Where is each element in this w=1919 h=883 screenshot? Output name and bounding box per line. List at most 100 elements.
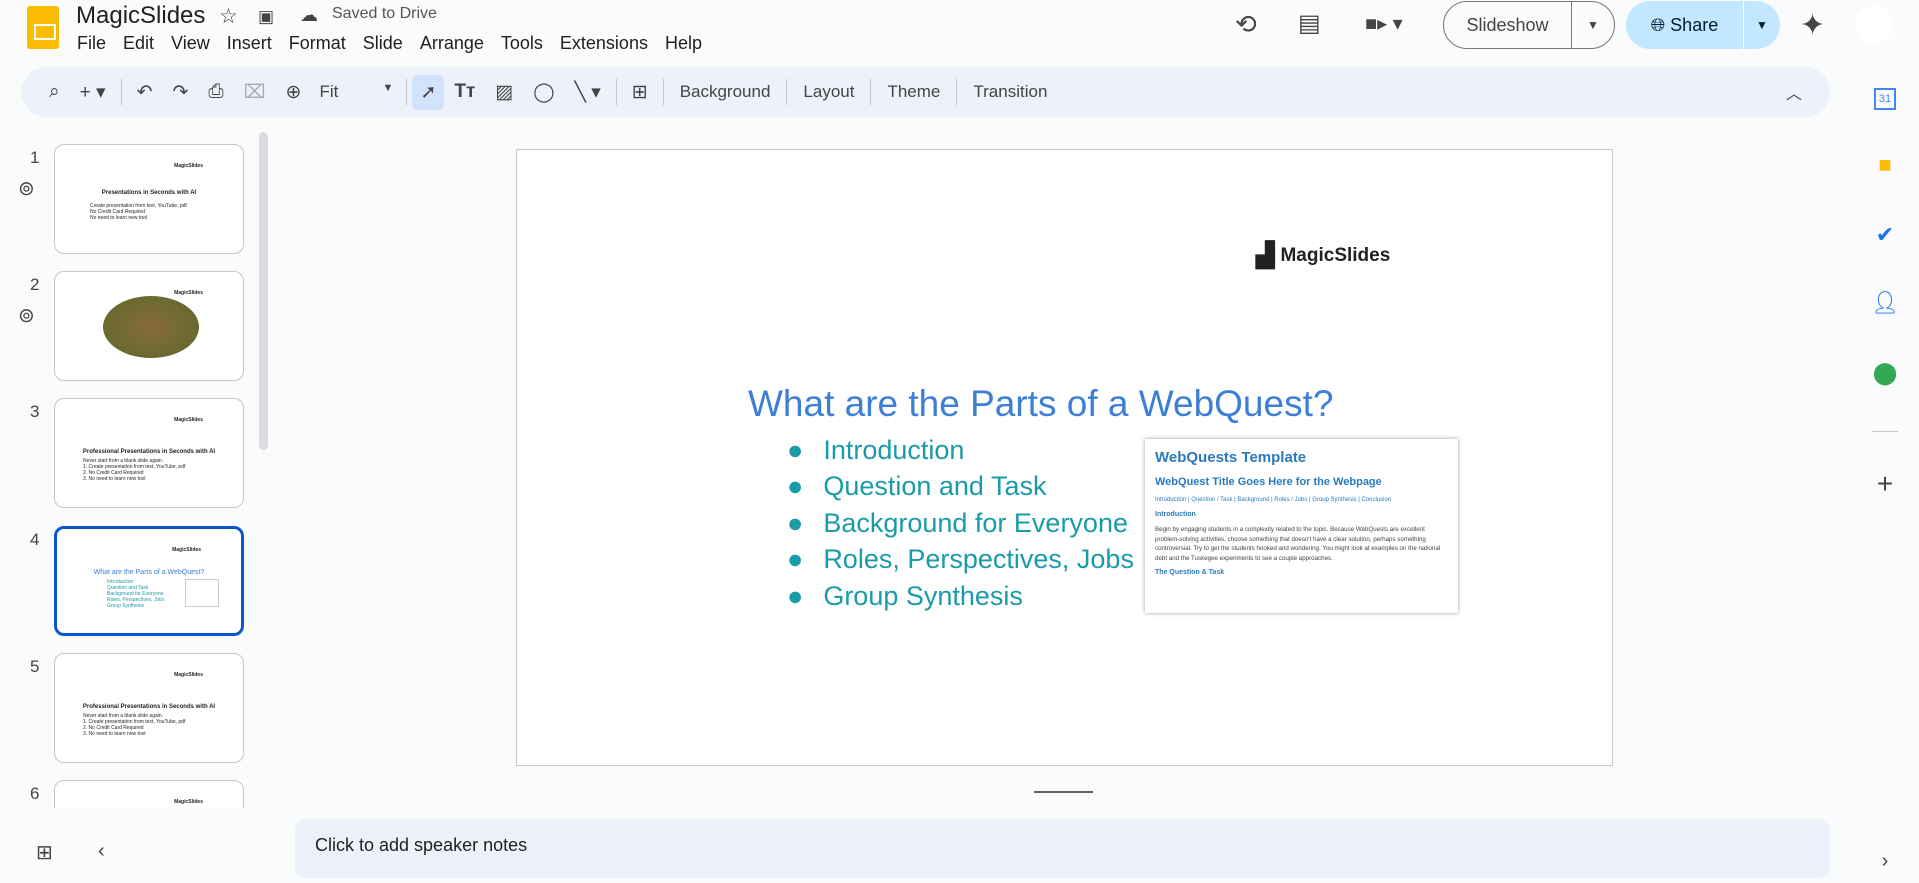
meet-video-icon[interactable]: ■▸ ▾ (1365, 11, 1403, 36)
image-body: Begin by engaging students in a complexi… (1155, 526, 1441, 562)
slideshow-dropdown-icon[interactable]: ▼ (1572, 18, 1614, 32)
filmstrip-scrollbar[interactable] (259, 132, 268, 450)
text-box-icon[interactable]: Tт (444, 81, 485, 103)
thumb-bullets: Never start from a blank slide again. 1. … (83, 458, 186, 482)
line-icon[interactable]: ╲ ▾ (565, 81, 611, 104)
slide-thumbnail-1[interactable]: MagicSlides Presentations in Seconds wit… (54, 144, 244, 254)
print-icon[interactable]: ⎙ (198, 81, 233, 103)
show-side-panel-icon[interactable]: › (1855, 850, 1915, 873)
slide-thumbnail-6[interactable]: MagicSlides (54, 780, 244, 808)
shape-icon[interactable]: ◯ (523, 81, 564, 104)
thumb-logo: MagicSlides (174, 417, 203, 423)
avatar[interactable] (1855, 6, 1893, 44)
collapse-filmstrip-icon[interactable]: ‹ (98, 840, 105, 863)
zoom-select[interactable]: Fit ▼ (311, 82, 401, 102)
image-nav: Introduction | Question / Task | Backgro… (1155, 497, 1392, 503)
menu-slide[interactable]: Slide (363, 33, 403, 54)
zoom-value: Fit (319, 82, 339, 101)
thumb-bullets: Introduction Question and Task Background … (107, 579, 165, 609)
transition-button[interactable]: Transition (962, 82, 1058, 102)
background-button[interactable]: Background (669, 82, 782, 102)
logo-text: MagicSlides (1280, 244, 1391, 266)
tasks-icon[interactable]: ✔ (1855, 222, 1915, 248)
thumb-bullets: Create presentation from text, YouTube, … (90, 203, 187, 221)
menu-help[interactable]: Help (665, 33, 702, 54)
version-history-icon[interactable]: ⟲ (1235, 9, 1257, 40)
slide-title[interactable]: What are the Parts of a WebQuest? (748, 383, 1333, 425)
gemini-sparkle-icon[interactable]: ✦ (1800, 8, 1825, 43)
add-comment-icon[interactable]: ⊞ (622, 81, 658, 104)
thumb-title: Professional Presentations in Seconds wi… (82, 449, 216, 455)
layout-button[interactable]: Layout (792, 82, 865, 102)
contacts-icon[interactable]: 👤︎ (1855, 290, 1915, 316)
magicslides-logo: ▟ MagicSlides (1256, 241, 1390, 270)
image-section2: The Question & Task (1155, 569, 1225, 576)
chevron-down-icon: ▼ (382, 82, 394, 94)
share-main[interactable]: 🌐︎ Share (1626, 1, 1744, 49)
collapse-toolbar-icon[interactable]: ︿ (1786, 80, 1802, 104)
slideshow-button[interactable]: Slideshow ▼ (1443, 1, 1615, 49)
menu-file[interactable]: File (77, 33, 106, 54)
slide-thumbnail-2[interactable]: MagicSlides (54, 271, 244, 381)
slide-canvas[interactable]: ▟ MagicSlides What are the Parts of a Web… (516, 149, 1613, 766)
bullet-item: ● Group Synthesis (787, 580, 1023, 611)
grid-view-icon[interactable]: ⊞ (36, 840, 53, 865)
menu-edit[interactable]: Edit (123, 33, 154, 54)
get-addons-icon[interactable]: + (1855, 468, 1915, 500)
divider (956, 79, 958, 105)
speaker-notes[interactable]: Click to add speaker notes (295, 819, 1830, 878)
menu-arrange[interactable]: Arrange (420, 33, 484, 54)
bullet-item: ● Roles, Perspectives, Jobs (787, 544, 1134, 575)
slideshow-label[interactable]: Slideshow (1444, 2, 1572, 48)
keep-icon[interactable]: ■ (1855, 152, 1915, 178)
divider (870, 79, 872, 105)
webquest-template-image[interactable]: WebQuests Template WebQuest Title Goes H… (1145, 439, 1458, 613)
theme-button[interactable]: Theme (876, 82, 951, 102)
thumb-title: Professional Presentations in Seconds wi… (82, 704, 216, 710)
menu-format[interactable]: Format (289, 33, 346, 54)
zoom-icon[interactable]: ⊕ (276, 81, 312, 104)
toolbar: ⌕ + ▾ ↶ ↷ ⎙ ⌧ ⊕ Fit ▼ ➚ Tт ▨ ◯ ╲ ▾ ⊞ Back… (21, 67, 1830, 117)
paint-format-icon[interactable]: ⌧ (234, 81, 276, 104)
menu-bar: File Edit View Insert Format Slide Arran… (77, 33, 719, 54)
slides-logo[interactable] (27, 6, 59, 49)
divider (786, 79, 788, 105)
select-cursor-icon[interactable]: ➚ (412, 74, 445, 110)
star-icon[interactable]: ☆ (219, 4, 238, 29)
image-icon[interactable]: ▨ (485, 81, 523, 104)
move-folder-icon[interactable]: ▣ (258, 7, 274, 27)
thumb-logo: MagicSlides (174, 799, 203, 805)
divider (662, 79, 664, 105)
menu-tools[interactable]: Tools (501, 33, 543, 54)
slide-bullets[interactable]: ● Introduction ● Question and Task ● Backgr… (787, 432, 1134, 614)
slide-number: 3 (30, 402, 40, 421)
link-icon: ⊚ (18, 305, 35, 327)
search-menus-icon[interactable]: ⌕ (39, 81, 70, 103)
comments-icon[interactable]: ▤ (1298, 9, 1321, 38)
calendar-icon[interactable]: 31 (1855, 82, 1915, 110)
document-title[interactable]: MagicSlides (76, 2, 205, 30)
thumb-title: Presentations in Seconds with AI (101, 190, 197, 196)
menu-extensions[interactable]: Extensions (560, 33, 648, 54)
share-label: Share (1670, 15, 1719, 35)
menu-view[interactable]: View (171, 33, 210, 54)
menu-insert[interactable]: Insert (227, 33, 272, 54)
redo-icon[interactable]: ↷ (162, 81, 198, 104)
slide-thumbnail-3[interactable]: MagicSlides Professional Presentations i… (54, 398, 244, 508)
slide-thumbnail-5[interactable]: MagicSlides Professional Presentations i… (54, 653, 244, 763)
undo-icon[interactable]: ↶ (127, 81, 163, 104)
thumb-logo: MagicSlides (172, 547, 201, 553)
slide-thumbnail-4[interactable]: MagicSlides What are the Parts of a WebQ… (54, 526, 244, 636)
thumb-logo: MagicSlides (174, 672, 203, 678)
thumb-logo: MagicSlides (174, 290, 203, 296)
divider (120, 79, 122, 105)
share-button[interactable]: 🌐︎ Share ▼ (1626, 1, 1780, 49)
new-slide-icon[interactable]: + ▾ (70, 81, 116, 104)
thumb-bullets: Never start from a blank slide again. 1. … (83, 713, 186, 737)
bullet-item: ● Introduction (787, 435, 965, 465)
notes-resize-handle[interactable] (1034, 791, 1093, 793)
slide-number: 6 (30, 784, 40, 803)
share-dropdown-icon[interactable]: ▼ (1744, 18, 1780, 32)
maps-icon[interactable]: ⬤ (1855, 360, 1915, 386)
image-heading: WebQuests Template (1155, 449, 1307, 466)
